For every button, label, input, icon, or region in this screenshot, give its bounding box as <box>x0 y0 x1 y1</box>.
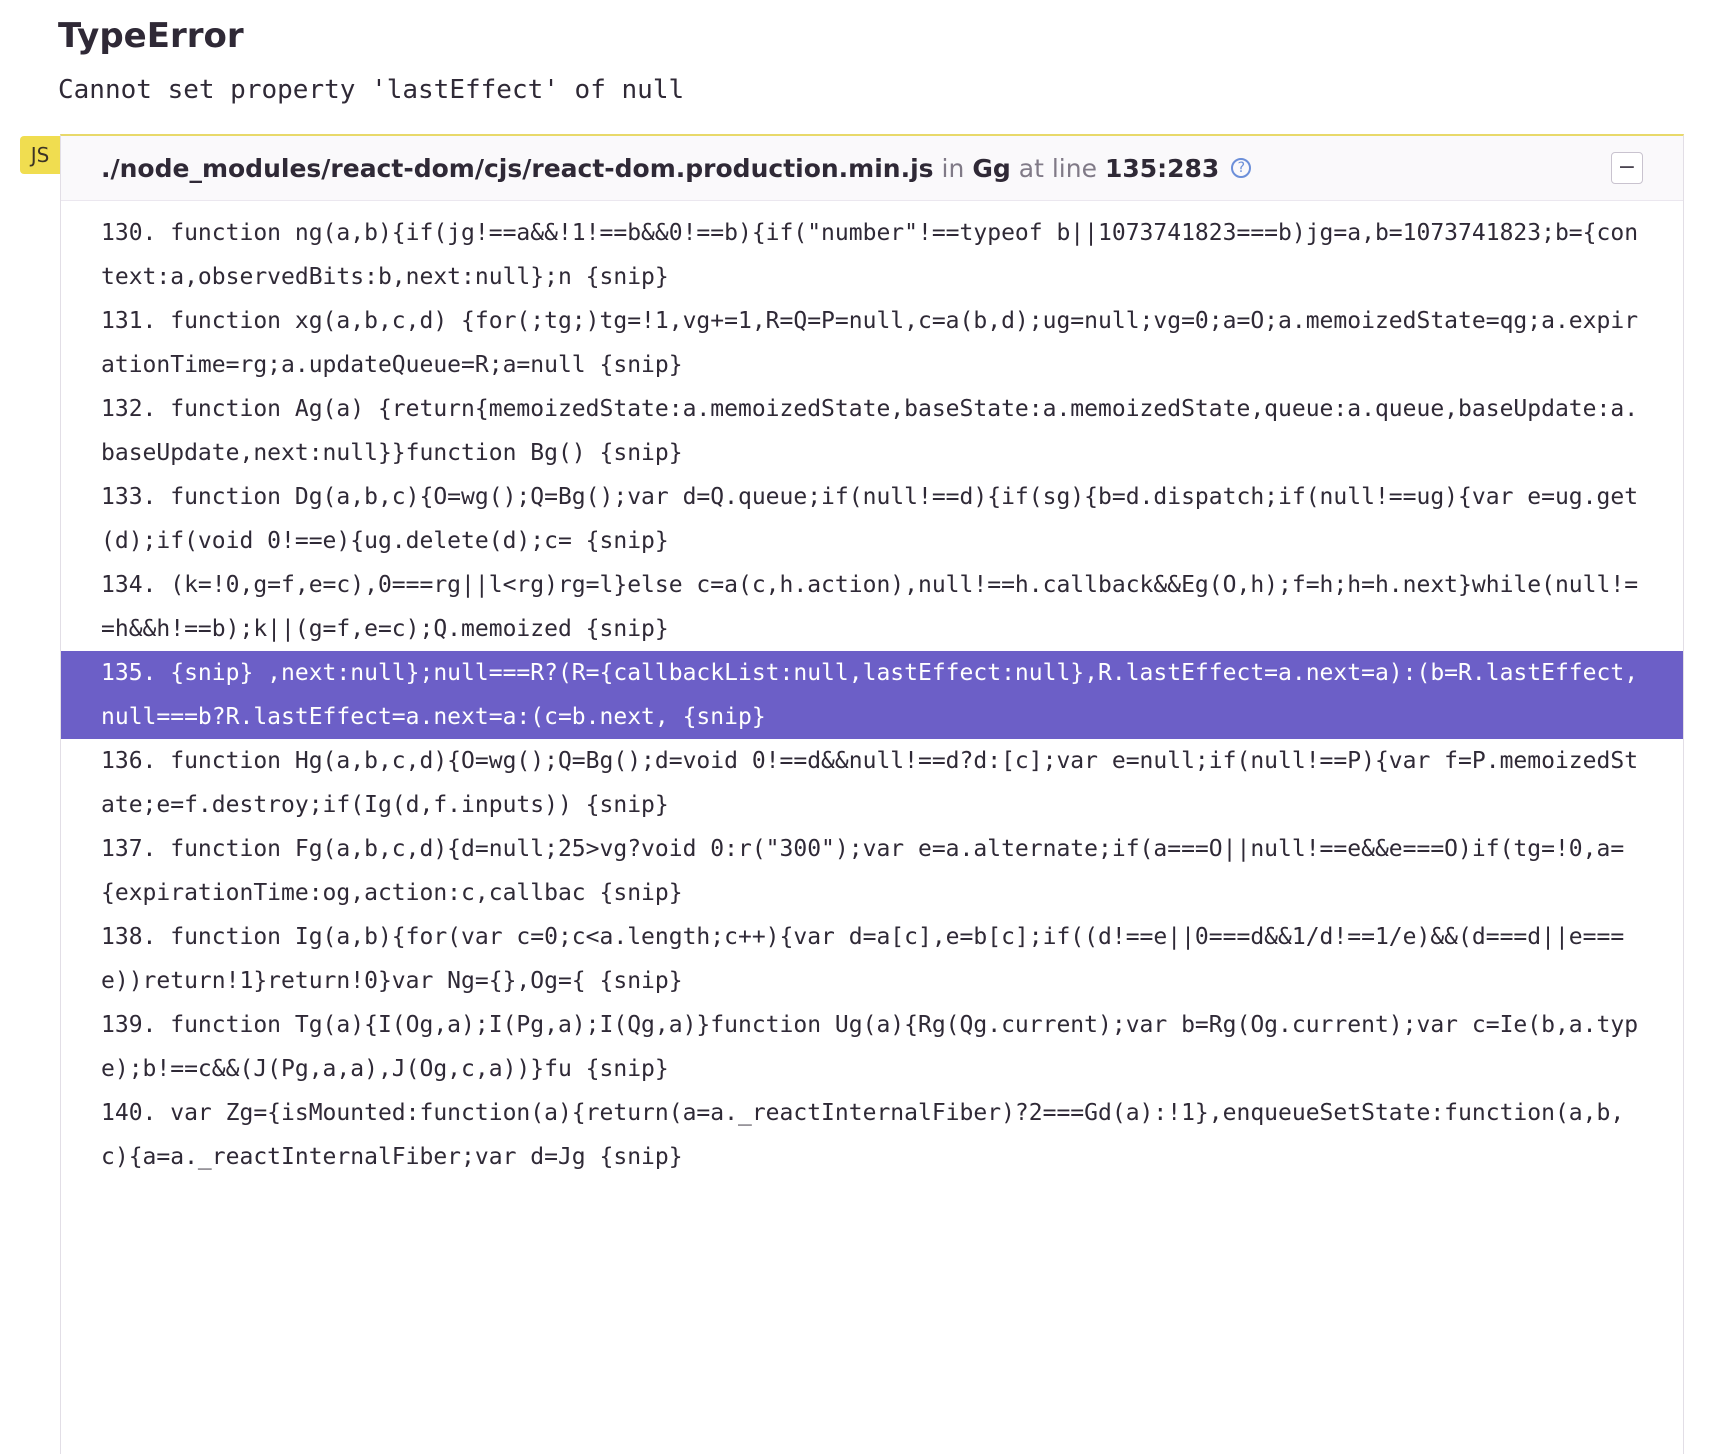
code-line: 133. function Dg(a,b,c){O=wg();Q=Bg();va… <box>101 484 1639 554</box>
code-line: 139. function Tg(a){I(Og,a);I(Pg,a);I(Qg… <box>101 1012 1639 1082</box>
collapse-button[interactable]: − <box>1611 152 1643 184</box>
code-context: 130. function ng(a,b){if(jg!==a&&!1!==b&… <box>61 201 1683 1179</box>
frame-lineno: 135:283 <box>1104 153 1220 183</box>
question-circle-icon[interactable]: ? <box>1231 158 1252 178</box>
code-line-active: 135. {snip} ,next:null};null===R?(R={cal… <box>61 651 1683 739</box>
frame-header[interactable]: ./node_modules/react-dom/cjs/react-dom.p… <box>61 136 1683 201</box>
platform-badge: JS <box>20 136 60 174</box>
frame-function: Gg <box>972 153 1011 183</box>
frame-in-label: in <box>941 153 965 183</box>
code-line: 132. function Ag(a) {return{memoizedStat… <box>101 396 1639 466</box>
code-line: 136. function Hg(a,b,c,d){O=wg();Q=Bg();… <box>101 748 1639 818</box>
code-line: 140. var Zg={isMounted:function(a){retur… <box>101 1100 1625 1170</box>
code-line: 137. function Fg(a,b,c,d){d=null;25>vg?v… <box>101 836 1625 906</box>
frame-at-line-label: at line <box>1018 153 1097 183</box>
error-message: Cannot set property 'lastEffect' of null <box>58 75 685 105</box>
stack-frame: ./node_modules/react-dom/cjs/react-dom.p… <box>60 134 1684 1454</box>
error-header: TypeError Cannot set property 'lastEffec… <box>58 12 1670 110</box>
error-type: TypeError <box>58 16 244 56</box>
code-line: 131. function xg(a,b,c,d) {for(;tg;)tg=!… <box>101 308 1639 378</box>
code-line: 130. function ng(a,b){if(jg!==a&&!1!==b&… <box>101 220 1639 290</box>
frame-filename: ./node_modules/react-dom/cjs/react-dom.p… <box>101 153 934 183</box>
code-line: 134. (k=!0,g=f,e=c),0===rg||l<rg)rg=l}el… <box>101 572 1639 642</box>
code-line: 138. function Ig(a,b){for(var c=0;c<a.le… <box>101 924 1625 994</box>
